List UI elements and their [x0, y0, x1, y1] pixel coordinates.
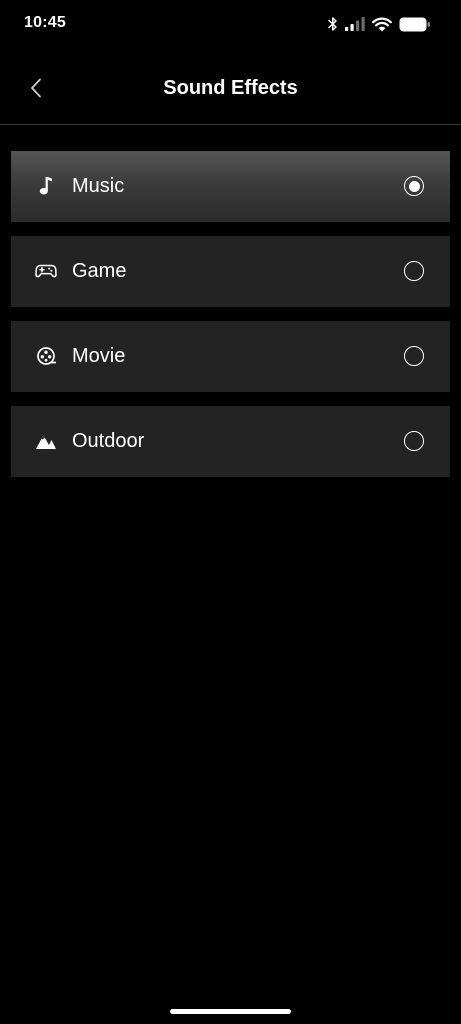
page-title: Sound Effects	[163, 77, 298, 99]
wifi-icon	[372, 17, 392, 32]
film-reel-icon	[35, 345, 57, 367]
option-movie[interactable]: Movie	[11, 321, 450, 392]
status-bar: 10:45	[0, 0, 461, 50]
mountain-icon	[35, 430, 57, 452]
battery-icon	[399, 17, 431, 32]
option-outdoor[interactable]: Outdoor	[11, 406, 450, 477]
home-indicator	[170, 1009, 291, 1014]
gamepad-icon	[35, 260, 57, 282]
radio-dot	[408, 180, 420, 192]
status-time: 10:45	[24, 14, 66, 31]
header-divider	[0, 124, 461, 125]
signal-icon	[345, 17, 365, 31]
radio-unselected[interactable]	[404, 261, 424, 281]
status-icons	[328, 14, 431, 34]
option-label: Movie	[72, 345, 126, 367]
bluetooth-icon	[328, 16, 338, 32]
radio-selected[interactable]	[404, 176, 424, 196]
option-music[interactable]: Music	[11, 151, 450, 222]
radio-unselected[interactable]	[404, 431, 424, 451]
sound-effect-list: Music Game Movie Outdoor	[11, 151, 450, 491]
radio-unselected[interactable]	[404, 346, 424, 366]
option-label: Outdoor	[72, 430, 145, 452]
music-note-icon	[35, 175, 57, 197]
option-label: Music	[72, 175, 125, 197]
nav-bar: Sound Effects	[0, 60, 461, 120]
option-game[interactable]: Game	[11, 236, 450, 307]
option-label: Game	[72, 260, 127, 282]
